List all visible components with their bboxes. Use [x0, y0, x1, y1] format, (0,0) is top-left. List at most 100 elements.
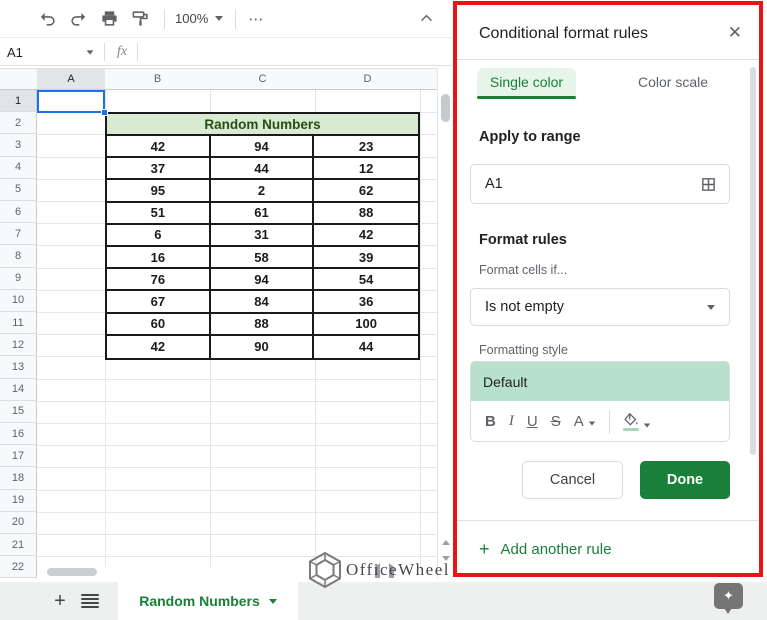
table-cell[interactable]: 90 [211, 336, 315, 358]
zoom-control[interactable]: 100% [175, 11, 223, 26]
horizontal-scrollbar[interactable] [37, 567, 437, 578]
name-box[interactable]: A1 [0, 45, 104, 60]
range-input[interactable]: A1 [470, 164, 730, 204]
row-header-10[interactable]: 10 [0, 290, 37, 312]
table-cell[interactable]: 88 [211, 314, 315, 336]
table-cell[interactable]: 54 [314, 269, 418, 291]
close-icon[interactable]: ✕ [728, 23, 742, 43]
table-cell[interactable]: 88 [314, 203, 418, 225]
strikethrough-button[interactable]: S [551, 414, 561, 429]
row-header-4[interactable]: 4 [0, 157, 37, 179]
collapse-toolbar-icon[interactable] [418, 10, 435, 32]
redo-icon[interactable] [67, 8, 89, 30]
table-cell[interactable]: 44 [314, 336, 418, 358]
row-header-19[interactable]: 19 [0, 490, 37, 512]
column-header-A[interactable]: A [37, 68, 105, 90]
select-range-icon[interactable] [700, 176, 717, 193]
italic-button[interactable]: I [509, 414, 514, 429]
column-header-B[interactable]: B [105, 68, 210, 90]
grid-corner[interactable] [0, 68, 37, 90]
table-cell[interactable]: 60 [107, 314, 211, 336]
table-cell[interactable]: 31 [211, 225, 315, 247]
row-header-7[interactable]: 7 [0, 223, 37, 245]
sparkle-badge-icon[interactable]: ✦ [714, 583, 743, 609]
row-header-21[interactable]: 21 [0, 534, 37, 556]
column-header-D[interactable]: D [315, 68, 420, 90]
row-header-11[interactable]: 11 [0, 312, 37, 334]
panel-scrollbar-thumb[interactable] [750, 67, 756, 455]
table-cell[interactable]: 67 [107, 291, 211, 313]
scroll-right-icon[interactable] [389, 567, 394, 578]
row-header-18[interactable]: 18 [0, 467, 37, 489]
table-cell[interactable]: 62 [314, 180, 418, 202]
table-cell[interactable]: 23 [314, 136, 418, 158]
table-cell[interactable]: 2 [211, 180, 315, 202]
table-cell[interactable]: 12 [314, 158, 418, 180]
data-table[interactable]: Random Numbers 4294233744129526251618863… [105, 112, 420, 360]
add-sheet-icon[interactable]: + [48, 589, 72, 613]
horizontal-scrollbar-thumb[interactable] [47, 568, 97, 576]
scroll-down-icon[interactable] [438, 551, 452, 566]
bold-button[interactable]: B [485, 414, 496, 429]
vertical-scrollbar-thumb[interactable] [441, 94, 450, 122]
tab-single-color[interactable]: Single color [477, 68, 576, 96]
table-cell[interactable]: 58 [211, 247, 315, 269]
row-header-5[interactable]: 5 [0, 179, 37, 201]
row-header-17[interactable]: 17 [0, 445, 37, 467]
row-header-12[interactable]: 12 [0, 334, 37, 356]
spreadsheet-grid[interactable]: ABCD 12345678910111213141516171819202122… [0, 68, 452, 578]
row-header-6[interactable]: 6 [0, 201, 37, 223]
table-cell[interactable]: 51 [107, 203, 211, 225]
table-cell[interactable]: 44 [211, 158, 315, 180]
table-cell[interactable]: 39 [314, 247, 418, 269]
table-cell[interactable]: 42 [107, 136, 211, 158]
column-header-partial[interactable] [420, 68, 437, 90]
more-options-icon[interactable]: ⋯ [248, 10, 264, 28]
scroll-left-icon[interactable] [375, 567, 380, 578]
table-cell[interactable]: 100 [314, 314, 418, 336]
table-cell[interactable]: 94 [211, 269, 315, 291]
row-header-1[interactable]: 1 [0, 90, 37, 112]
table-cell[interactable]: 6 [107, 225, 211, 247]
tab-color-scale[interactable]: Color scale [625, 68, 721, 96]
fill-color-button[interactable] [623, 413, 651, 431]
table-cell[interactable]: 42 [107, 336, 211, 358]
text-color-button[interactable]: A [574, 414, 596, 429]
table-cell[interactable]: 16 [107, 247, 211, 269]
table-title-cell[interactable]: Random Numbers [107, 114, 418, 136]
table-cell[interactable]: 95 [107, 180, 211, 202]
row-header-8[interactable]: 8 [0, 245, 37, 267]
paint-format-icon[interactable] [129, 8, 151, 30]
table-cell[interactable]: 94 [211, 136, 315, 158]
done-button[interactable]: Done [640, 461, 730, 499]
row-header-22[interactable]: 22 [0, 556, 37, 578]
table-cell[interactable]: 76 [107, 269, 211, 291]
table-rows: 4294233744129526251618863142165839769454… [107, 136, 418, 358]
table-cell[interactable]: 37 [107, 158, 211, 180]
sheet-tab-random-numbers[interactable]: Random Numbers [118, 582, 298, 620]
row-header-20[interactable]: 20 [0, 512, 37, 534]
condition-dropdown[interactable]: Is not empty [470, 288, 730, 326]
table-cell[interactable]: 42 [314, 225, 418, 247]
all-sheets-menu-icon[interactable] [80, 592, 100, 610]
scroll-up-icon[interactable] [438, 535, 452, 550]
row-header-2[interactable]: 2 [0, 112, 37, 134]
row-header-16[interactable]: 16 [0, 423, 37, 445]
row-header-9[interactable]: 9 [0, 268, 37, 290]
column-header-C[interactable]: C [210, 68, 315, 90]
underline-button[interactable]: U [527, 414, 538, 429]
row-header-3[interactable]: 3 [0, 134, 37, 156]
row-header-13[interactable]: 13 [0, 356, 37, 378]
vertical-scrollbar[interactable] [437, 68, 452, 578]
table-cell[interactable]: 84 [211, 291, 315, 313]
add-another-rule-button[interactable]: + Add another rule [479, 539, 611, 560]
row-header-14[interactable]: 14 [0, 379, 37, 401]
fill-handle[interactable] [101, 109, 108, 116]
table-cell[interactable]: 36 [314, 291, 418, 313]
undo-icon[interactable] [36, 8, 58, 30]
print-icon[interactable] [98, 8, 120, 30]
chevron-down-icon [644, 423, 650, 427]
cancel-button[interactable]: Cancel [522, 461, 623, 499]
row-header-15[interactable]: 15 [0, 401, 37, 423]
table-cell[interactable]: 61 [211, 203, 315, 225]
